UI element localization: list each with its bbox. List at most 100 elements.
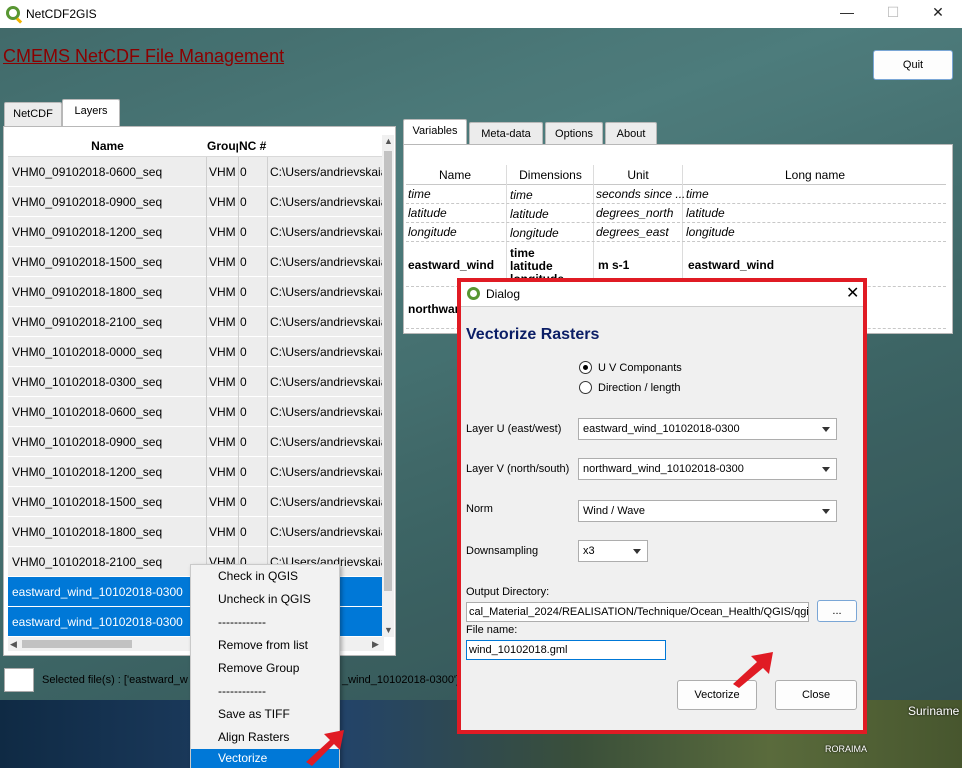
variable-row[interactable]: latitude latitude degrees_north latitude <box>406 204 946 223</box>
var-name: time <box>408 187 431 201</box>
radio-uv-components[interactable] <box>579 361 592 374</box>
scroll-up-icon[interactable]: ▲ <box>384 136 393 146</box>
red-pointer-arrow-icon <box>733 652 773 688</box>
menu-item-uncheck-in-qgis[interactable]: Uncheck in QGIS <box>191 588 339 611</box>
layer-cell-nc: 0 <box>240 405 247 419</box>
layer-u-select[interactable]: eastward_wind_10102018-0300 <box>578 418 837 440</box>
norm-select[interactable]: Wind / Wave <box>578 500 837 522</box>
scroll-thumb[interactable] <box>384 151 392 591</box>
radio-dir-label[interactable]: Direction / length <box>598 382 681 394</box>
layer-row[interactable]: VHM0_09102018-2100_seq VHM 0 C:\Users/andri… <box>8 307 384 337</box>
file-name-input[interactable]: wind_10102018.gml <box>466 640 666 660</box>
quit-button[interactable]: Quit <box>873 50 953 80</box>
column-header-path[interactable] <box>268 135 384 157</box>
var-long: longitude <box>686 225 735 239</box>
column-header-dimensions[interactable]: Dimensions <box>508 165 593 185</box>
chevron-down-icon <box>633 549 641 554</box>
maximize-button[interactable]: ☐ <box>878 4 908 24</box>
layer-row[interactable]: VHM0_10102018-1200_seq VHM 0 C:\Users/andri… <box>8 457 384 487</box>
layer-cell-path: C:\Users/andrievskaia <box>270 435 384 449</box>
layer-cell-path: C:\Users/andrievskaia <box>270 495 384 509</box>
downsampling-label: Downsampling <box>466 545 539 557</box>
layer-row[interactable]: VHM0_09102018-1800_seq VHM 0 C:\Users/andri… <box>8 277 384 307</box>
layer-row[interactable]: VHM0_09102018-0600_seq VHM 0 C:\Users/andri… <box>8 157 384 187</box>
close-window-button[interactable]: ✕ <box>923 4 953 24</box>
dialog-close-icon[interactable]: ✕ <box>846 283 859 303</box>
var-long: time <box>686 187 709 201</box>
layer-cell-group: VHM <box>209 375 236 389</box>
layer-cell-nc: 0 <box>240 345 247 359</box>
layer-row[interactable]: VHM0_09102018-0900_seq VHM 0 C:\Users/andri… <box>8 187 384 217</box>
norm-value: Wind / Wave <box>583 505 645 517</box>
tab-meta-data[interactable]: Meta-data <box>469 122 543 146</box>
column-header-group[interactable]: Group <box>207 135 238 157</box>
column-header-unit[interactable]: Unit <box>594 165 682 185</box>
layer-row[interactable]: VHM0_10102018-0900_seq VHM 0 C:\Users/andri… <box>8 427 384 457</box>
layer-cell-nc: 0 <box>240 435 247 449</box>
downsampling-select[interactable]: x3 <box>578 540 648 562</box>
status-icon-box <box>4 668 34 692</box>
tab-layers[interactable]: Layers <box>62 99 120 126</box>
layer-cell-name: VHM0_10102018-0000_seq <box>12 345 163 359</box>
column-header-nc[interactable]: NC # <box>239 135 267 157</box>
layers-vertical-scrollbar[interactable]: ▲ ▼ <box>382 135 394 637</box>
layer-row[interactable]: VHM0_09102018-1500_seq VHM 0 C:\Users/andri… <box>8 247 384 277</box>
menu-item-remove-group[interactable]: Remove Group <box>191 657 339 680</box>
radio-direction-length[interactable] <box>579 381 592 394</box>
layer-cell-path: C:\Users/andrievskaia <box>270 225 384 239</box>
menu-item-save-as-tiff[interactable]: Save as TIFF <box>191 703 339 726</box>
menu-item-remove-from-list[interactable]: Remove from list <box>191 634 339 657</box>
var-dims: time <box>510 188 533 202</box>
var-name: northwar <box>408 302 460 316</box>
tab-variables[interactable]: Variables <box>403 119 467 146</box>
column-header-long-name[interactable]: Long name <box>684 165 946 185</box>
layer-cell-group: VHM <box>209 195 236 209</box>
layers-table-header: Name Group NC # <box>8 135 384 157</box>
hscroll-thumb[interactable] <box>22 640 132 648</box>
window-title: NetCDF2GIS <box>26 7 97 21</box>
var-dims: longitude <box>510 226 559 240</box>
tab-about[interactable]: About <box>605 122 657 146</box>
radio-uv-label[interactable]: U V Componants <box>598 362 682 374</box>
variable-row[interactable]: time time seconds since ... time <box>406 185 946 204</box>
var-long: latitude <box>686 206 725 220</box>
scroll-down-icon[interactable]: ▼ <box>384 625 393 635</box>
layer-cell-name: VHM0_09102018-0900_seq <box>12 195 163 209</box>
layer-row[interactable]: VHM0_09102018-1200_seq VHM 0 C:\Users/andri… <box>8 217 384 247</box>
layer-cell-nc: 0 <box>240 375 247 389</box>
variable-row[interactable]: longitude longitude degrees_east longitu… <box>406 223 946 242</box>
dialog-titlebar: Dialog ✕ <box>461 282 863 306</box>
tab-options[interactable]: Options <box>545 122 603 146</box>
scroll-right-icon[interactable]: ▶ <box>372 639 379 650</box>
layer-row[interactable]: VHM0_10102018-0600_seq VHM 0 C:\Users/andri… <box>8 397 384 427</box>
menu-item-check-in-qgis[interactable]: Check in QGIS <box>191 565 339 588</box>
output-dir-input[interactable]: cal_Material_2024/REALISATION/Technique/… <box>466 602 809 622</box>
layer-cell-path: C:\Users/andrievskaia <box>270 405 384 419</box>
layer-cell-name: VHM0_09102018-1500_seq <box>12 255 163 269</box>
layer-cell-group: VHM <box>209 465 236 479</box>
tab-netcdf[interactable]: NetCDF <box>4 102 62 126</box>
browse-button[interactable]: ... <box>817 600 857 622</box>
layer-cell-group: VHM <box>209 285 236 299</box>
layer-cell-nc: 0 <box>240 255 247 269</box>
minimize-button[interactable]: — <box>832 4 862 24</box>
qgis-logo-icon <box>6 6 20 20</box>
layer-row[interactable]: VHM0_10102018-1800_seq VHM 0 C:\Users/andri… <box>8 517 384 547</box>
layer-u-label: Layer U (east/west) <box>466 423 562 435</box>
layer-row[interactable]: VHM0_10102018-0300_seq VHM 0 C:\Users/andri… <box>8 367 384 397</box>
scroll-left-icon[interactable]: ◀ <box>10 639 17 650</box>
layer-cell-group: VHM <box>209 525 236 539</box>
layer-cell-name: VHM0_09102018-1800_seq <box>12 285 163 299</box>
dialog-close-button[interactable]: Close <box>775 680 857 710</box>
layer-cell-name: eastward_wind_10102018-0300 <box>12 615 183 629</box>
layer-row[interactable]: VHM0_10102018-0000_seq VHM 0 C:\Users/andri… <box>8 337 384 367</box>
chevron-down-icon <box>822 467 830 472</box>
chevron-down-icon <box>822 509 830 514</box>
layer-row[interactable]: VHM0_10102018-1500_seq VHM 0 C:\Users/andri… <box>8 487 384 517</box>
column-header-name[interactable]: Name <box>8 135 207 157</box>
layer-v-select[interactable]: northward_wind_10102018-0300 <box>578 458 837 480</box>
column-header-var-name[interactable]: Name <box>406 165 504 185</box>
layer-cell-group: VHM <box>209 225 236 239</box>
layer-cell-nc: 0 <box>240 525 247 539</box>
layer-cell-name: eastward_wind_10102018-0300 <box>12 585 183 599</box>
